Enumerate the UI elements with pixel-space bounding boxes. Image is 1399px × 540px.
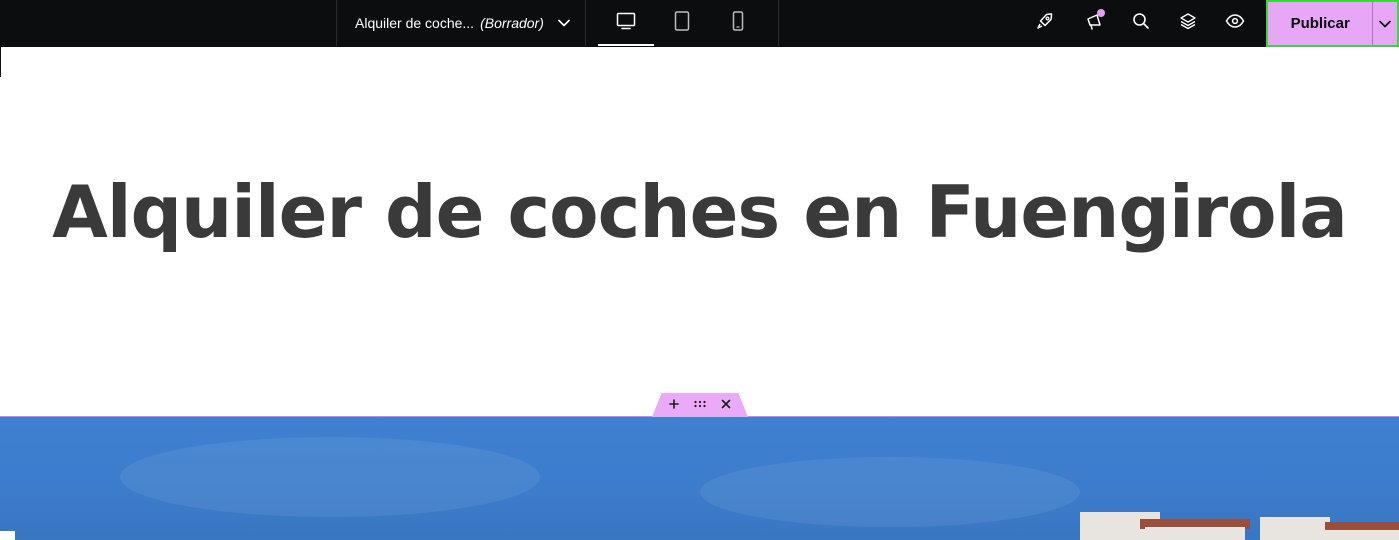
- plus-icon: [669, 396, 679, 414]
- delete-section-button[interactable]: [719, 398, 733, 412]
- mobile-view-button[interactable]: [710, 0, 766, 46]
- hero-image-section[interactable]: [0, 416, 1399, 540]
- publish-button-group: Publicar: [1266, 0, 1399, 47]
- document-title-dropdown[interactable]: Alquiler de coche... (Borrador): [336, 0, 586, 46]
- add-section-button[interactable]: [667, 398, 681, 412]
- section-handle: [652, 393, 748, 417]
- mobile-icon: [732, 10, 744, 36]
- document-status: (Borrador): [480, 15, 544, 31]
- editor-top-bar: Alquiler de coche... (Borrador) Publicar: [0, 0, 1399, 47]
- whats-new-button[interactable]: [1082, 9, 1106, 35]
- search-icon: [1132, 12, 1150, 35]
- device-switcher: [586, 0, 779, 46]
- chevron-down-icon: [1379, 15, 1392, 33]
- rocket-button[interactable]: [1033, 11, 1057, 35]
- notification-dot: [1097, 9, 1105, 17]
- building: [1260, 517, 1330, 540]
- sky-cloud: [700, 457, 1080, 527]
- sky-cloud: [120, 437, 540, 517]
- building: [1145, 527, 1245, 540]
- canvas-corner: [0, 531, 15, 540]
- building: [1325, 530, 1399, 540]
- chevron-down-icon: [558, 19, 570, 27]
- rocket-icon: [1036, 12, 1054, 35]
- tablet-icon: [674, 10, 690, 36]
- desktop-icon: [616, 12, 636, 35]
- close-icon: [721, 396, 731, 414]
- publish-button[interactable]: Publicar: [1268, 2, 1372, 45]
- document-name: Alquiler de coche...: [355, 15, 475, 31]
- search-button[interactable]: [1129, 11, 1153, 35]
- desktop-view-button[interactable]: [598, 0, 654, 46]
- preview-icon: [1225, 13, 1245, 33]
- page-heading[interactable]: Alquiler de coches en Fuengirola: [0, 168, 1399, 256]
- preview-button[interactable]: [1223, 11, 1247, 35]
- canvas-edge-divider: [0, 47, 1, 77]
- grip-dots-icon: [693, 396, 707, 414]
- layers-icon: [1179, 12, 1197, 35]
- drag-section-handle[interactable]: [693, 398, 707, 412]
- publish-options-button[interactable]: [1372, 2, 1397, 45]
- structure-button[interactable]: [1176, 11, 1200, 35]
- tablet-view-button[interactable]: [654, 0, 710, 46]
